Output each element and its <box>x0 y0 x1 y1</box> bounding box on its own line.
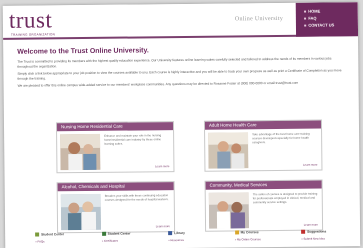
caregiver-photo-icon <box>60 133 101 171</box>
card-home-health[interactable]: Adult Home Health Care Take advantage of… <box>203 119 323 172</box>
program-cards: Nursing Home Residential Care Enhance an… <box>55 119 324 234</box>
footer-title-label: Suggestions <box>307 229 327 234</box>
learn-more-link[interactable]: Learn more <box>304 223 318 227</box>
main-content: Welcome to the Trust Online University. … <box>17 45 347 91</box>
footer-title: Student Center <box>101 231 146 236</box>
card-description: Enhance and maintain your role in the nu… <box>104 133 162 146</box>
footer-link[interactable]: » FAQs <box>35 239 79 243</box>
square-icon <box>168 231 173 236</box>
card-description: The suites of courses is designed to pro… <box>252 191 318 205</box>
footer-item[interactable]: My Courses » My Online Courses <box>234 230 279 246</box>
card-title: Adult Home Health Care <box>204 120 322 130</box>
learn-more-link[interactable]: Learn more <box>303 163 317 167</box>
nav-contact-label: CONTACT US <box>308 22 335 28</box>
footer-title: Student Center <box>35 232 79 237</box>
footer-link[interactable]: » Submit New Idea <box>301 236 345 241</box>
site-header: trust TRAINING ORGANIZATION Online Unive… <box>2 2 359 40</box>
footer-title-label: Library <box>174 230 185 236</box>
footer-item[interactable]: Student Center » FAQs <box>35 232 79 248</box>
bullet-icon: ■ <box>303 8 307 14</box>
card-description: Take advantage of the best home care tra… <box>252 131 310 145</box>
footer-item[interactable]: Suggestions » Submit New Idea <box>301 229 345 245</box>
footer-links: Student Center » FAQs Student Center » C… <box>35 229 345 248</box>
square-icon <box>301 229 306 234</box>
web-page: trust TRAINING ORGANIZATION Online Unive… <box>2 2 361 248</box>
online-university-title: Online University <box>234 15 284 23</box>
page-title: Welcome to the Trust Online University. <box>17 47 149 56</box>
nav-contact-link[interactable]: ■ CONTACT US <box>304 21 358 29</box>
footer-item[interactable]: Student Center » Certificates <box>101 231 146 247</box>
trust-logo[interactable]: trust <box>9 7 53 33</box>
card-community-medical[interactable]: Community, Medical Services The suites o… <box>204 179 324 232</box>
card-title: Alcohol, Chemicals and Hospital <box>57 182 174 192</box>
hospital-photo-icon <box>60 193 102 231</box>
footer-title-label: Student Center <box>41 232 65 237</box>
bullet-icon: ■ <box>303 15 307 21</box>
footer-title-label: Student Center <box>107 231 131 236</box>
footer-link[interactable]: » Resources <box>168 238 212 242</box>
medical-services-photo-icon <box>208 192 250 229</box>
card-description: Broaden your skills with these continuin… <box>104 193 169 202</box>
learn-more-link[interactable]: Learn more <box>156 224 170 228</box>
nav-home-label: HOME <box>308 8 321 14</box>
intro-paragraph: We are pleased to offer this online camp… <box>17 81 299 89</box>
square-icon <box>234 230 239 235</box>
footer-link[interactable]: » My Online Courses <box>235 237 279 241</box>
card-hospital[interactable]: Alcohol, Chemicals and Hospital Broaden … <box>56 181 176 234</box>
footer-title: Library <box>168 230 212 236</box>
home-care-photo-icon <box>208 132 249 169</box>
footer-item[interactable]: Library » Resources <box>168 231 212 247</box>
footer-title-label: My Courses <box>240 230 259 235</box>
bullet-icon: ■ <box>303 22 307 28</box>
card-title: Nursing Home Residential Care <box>56 122 174 132</box>
nav-faq-label: FAQ <box>308 15 317 21</box>
top-nav: ■ HOME ■ FAQ ■ CONTACT US <box>295 2 359 37</box>
footer-title: My Courses <box>234 230 279 235</box>
card-nursing-home[interactable]: Nursing Home Residential Care Enhance an… <box>55 121 175 174</box>
learn-more-link[interactable]: Learn more <box>155 164 169 168</box>
intro-paragraph: The Trust is committed to providing its … <box>17 56 332 69</box>
square-icon <box>101 231 106 236</box>
intro-paragraph: Simply click a link below appropriate to… <box>17 68 342 81</box>
card-title: Community, Medical Services <box>205 180 322 190</box>
square-icon <box>35 232 40 237</box>
footer-title: Suggestions <box>301 229 345 234</box>
intro-text: The Trust is committed to providing its … <box>17 56 347 88</box>
footer-link[interactable]: » Certificates <box>102 238 146 243</box>
logo-tagline: TRAINING ORGANIZATION <box>11 32 56 37</box>
